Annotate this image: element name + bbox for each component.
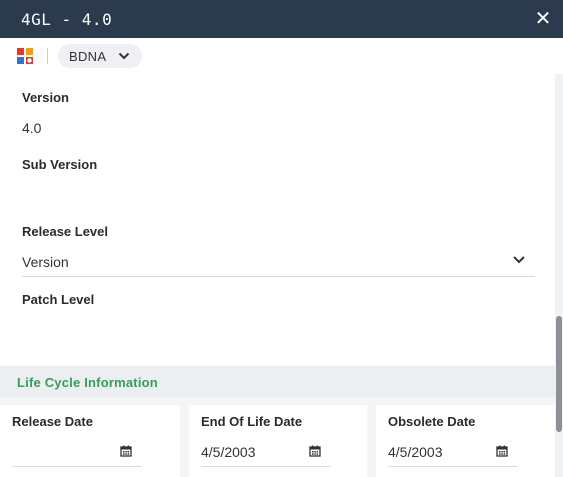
chevron-down-icon bbox=[118, 52, 130, 60]
window-title: 4GL - 4.0 bbox=[21, 10, 113, 29]
release-level-select[interactable]: Version bbox=[22, 254, 69, 270]
app-grid-icon bbox=[17, 48, 33, 64]
window-header: 4GL - 4.0 ✕ bbox=[0, 0, 563, 38]
obsolete-date-value: 4/5/2003 bbox=[388, 444, 443, 460]
section-title: Life Cycle Information bbox=[17, 375, 158, 390]
patch-level-label: Patch Level bbox=[22, 292, 95, 307]
version-label: Version bbox=[22, 90, 69, 105]
source-label: BDNA bbox=[69, 49, 107, 64]
end-of-life-date-input[interactable]: 4/5/2003 bbox=[201, 441, 331, 467]
details-panel: Version 4.0 Sub Version Release Level Ve… bbox=[0, 74, 555, 366]
end-of-life-date-card: End Of Life Date 4/5/2003 bbox=[189, 405, 367, 477]
close-icon[interactable]: ✕ bbox=[533, 8, 553, 30]
calendar-icon[interactable] bbox=[120, 445, 132, 457]
obsolete-date-card: Obsolete Date 4/5/2003 bbox=[376, 405, 555, 477]
end-of-life-date-label: End Of Life Date bbox=[201, 414, 303, 429]
release-date-label: Release Date bbox=[12, 414, 93, 429]
obsolete-date-label: Obsolete Date bbox=[388, 414, 476, 429]
release-date-card: Release Date bbox=[0, 405, 180, 477]
chevron-down-icon[interactable] bbox=[512, 254, 526, 266]
release-date-input[interactable] bbox=[12, 441, 142, 467]
scrollbar-thumb[interactable] bbox=[556, 316, 562, 432]
sub-version-label: Sub Version bbox=[22, 157, 98, 172]
select-underline bbox=[22, 276, 535, 277]
end-of-life-date-value: 4/5/2003 bbox=[201, 444, 256, 460]
obsolete-date-input[interactable]: 4/5/2003 bbox=[388, 441, 518, 467]
section-header: Life Cycle Information bbox=[0, 366, 555, 398]
version-value: 4.0 bbox=[22, 120, 42, 136]
release-level-label: Release Level bbox=[22, 224, 109, 239]
toolbar-divider bbox=[47, 48, 48, 64]
toolbar: BDNA bbox=[0, 38, 563, 74]
calendar-icon[interactable] bbox=[496, 445, 508, 457]
source-dropdown[interactable]: BDNA bbox=[58, 44, 142, 68]
calendar-icon[interactable] bbox=[309, 445, 321, 457]
